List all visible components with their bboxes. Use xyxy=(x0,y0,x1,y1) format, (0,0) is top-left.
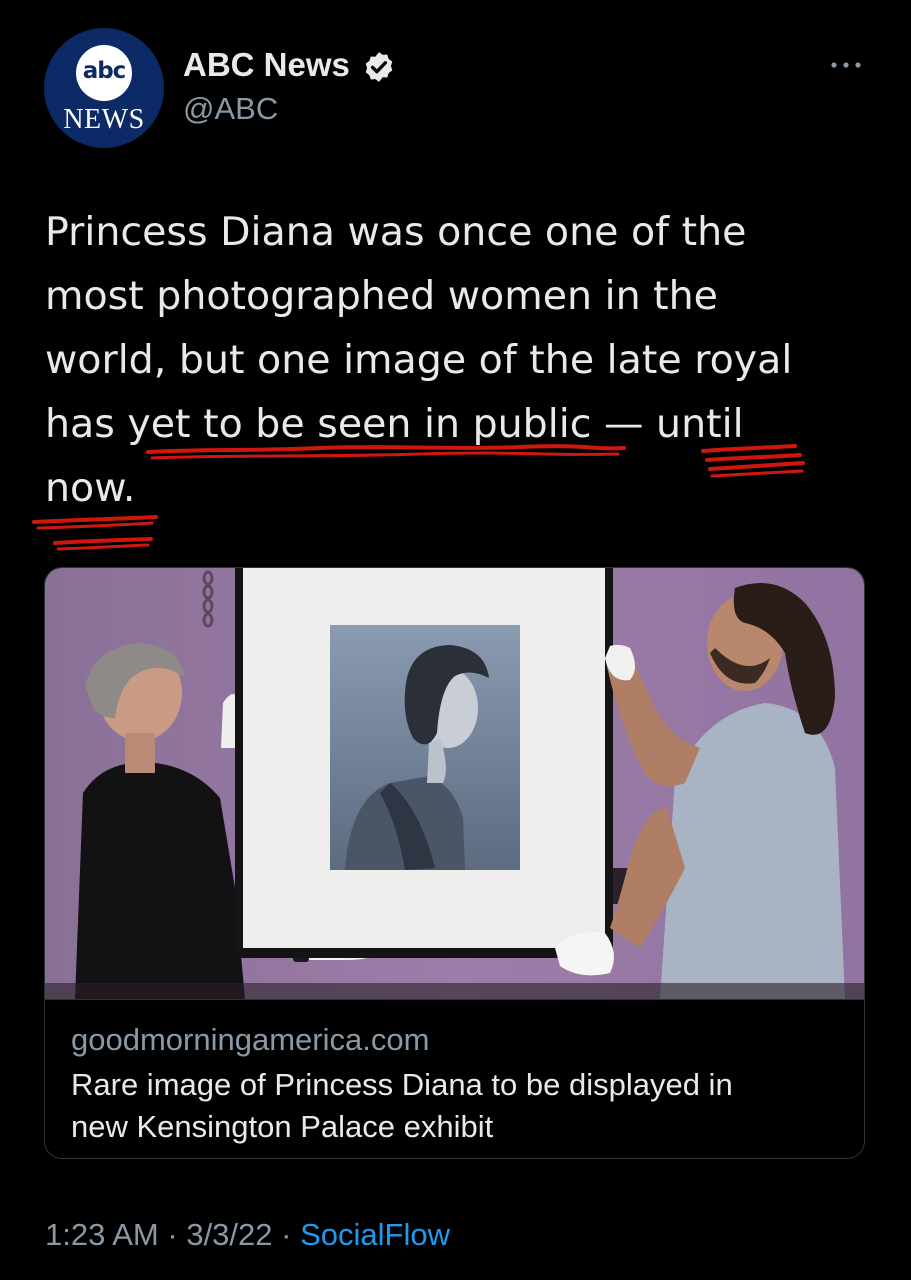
avatar[interactable]: abc NEWS xyxy=(44,28,164,148)
card-title-line: Rare image of Princess Diana to be displ… xyxy=(71,1067,733,1102)
avatar-logo-text: abc xyxy=(82,58,127,84)
author-handle[interactable]: @ABC xyxy=(183,91,278,127)
tweet-text: Princess Diana was once one of the most … xyxy=(45,200,875,520)
card-title-line: new Kensington Palace exhibit xyxy=(71,1109,494,1144)
tweet-text-line: now. xyxy=(45,465,136,511)
tweet-text-line: has yet to be seen in public — until xyxy=(45,401,744,447)
abc-logo-icon: abc xyxy=(76,45,132,101)
link-preview-card[interactable]: goodmorningamerica.com Rare image of Pri… xyxy=(44,567,865,1159)
tweet-text-line: most photographed women in the xyxy=(45,273,718,319)
annotation-underline xyxy=(56,543,150,551)
author-name[interactable]: ABC News xyxy=(183,46,350,84)
annotation-underline xyxy=(36,521,154,530)
verified-badge-icon xyxy=(365,52,393,82)
card-domain[interactable]: goodmorningamerica.com xyxy=(71,1022,429,1058)
tweet-text-line: Princess Diana was once one of the xyxy=(45,209,747,255)
tweet-text-line: world, but one image of the late royal xyxy=(45,337,793,383)
tweet-source-link[interactable]: SocialFlow xyxy=(300,1217,450,1252)
card-photo[interactable] xyxy=(45,568,865,999)
avatar-news-text: NEWS xyxy=(63,104,145,135)
tweet-date[interactable]: 3/3/22 xyxy=(186,1217,272,1252)
card-title[interactable]: Rare image of Princess Diana to be displ… xyxy=(71,1064,841,1148)
meta-separator: · xyxy=(167,1217,178,1252)
meta-separator: · xyxy=(281,1217,292,1252)
tweet-meta: 1:23 AM · 3/3/22 · SocialFlow xyxy=(45,1217,450,1253)
card-meta[interactable]: goodmorningamerica.com Rare image of Pri… xyxy=(45,999,864,1158)
tweet-time[interactable]: 1:23 AM xyxy=(45,1217,159,1252)
annotation-underline xyxy=(53,537,153,545)
more-options-icon[interactable] xyxy=(828,58,864,72)
